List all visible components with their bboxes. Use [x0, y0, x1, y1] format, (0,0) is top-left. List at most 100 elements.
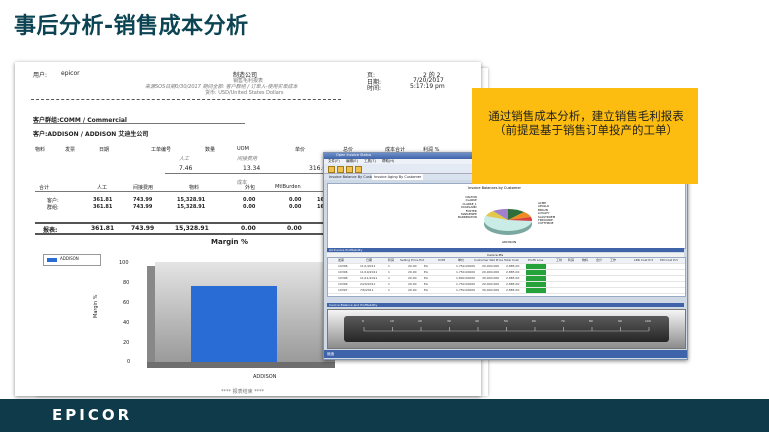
invoice-grid[interactable]: 发票 日期 利润 Selling Price Ext UOM 单价 Custom…: [327, 257, 686, 297]
grid-cell: 20.00: [408, 288, 417, 292]
grid-cell: 20,000.000: [482, 282, 500, 286]
gauge-panel-label: Invoice Balance and Profitability: [329, 302, 378, 307]
col-part: 物料: [35, 147, 46, 153]
grid-cell: 20.00: [408, 282, 417, 286]
gauge-tick-50: 50: [504, 319, 508, 323]
report-total-mtlburden: 0.00: [287, 225, 302, 232]
time-label: 时间:: [367, 85, 382, 92]
grid-header-cell[interactable]: 合计: [596, 258, 602, 262]
grid-cell: 20.00: [408, 264, 417, 268]
linear-gauge: 0 10 20 30 40 50 60 70 80 90 100: [327, 309, 686, 349]
sum-head-total: 合计: [39, 185, 50, 191]
grid-cell: EA: [424, 288, 428, 292]
grid-cell: 2,885.00: [506, 288, 520, 292]
profit-cell: [526, 288, 546, 293]
grid-cell: 10396: [338, 282, 348, 286]
header-divider: [31, 99, 341, 100]
report-end: **** 报表结束 ****: [221, 389, 265, 395]
grid-cell: 1: [388, 270, 390, 274]
grid-header-cell[interactable]: Mtl Cost Pct: [660, 258, 678, 262]
grid-cell: 10396: [338, 264, 348, 268]
sum-head-burden: 间接费用: [133, 185, 154, 191]
customer-heading: 客户:ADDISON / ADDISON 艾迪生公司: [33, 131, 149, 138]
refresh-icon[interactable]: [328, 166, 335, 173]
y-tick-20: 20: [123, 340, 130, 346]
grid-header-cell[interactable]: 单价: [458, 258, 464, 262]
gauge-tick-10: 10: [390, 319, 394, 323]
grid-header-cell[interactable]: 工时: [556, 258, 562, 262]
bar-addison: [191, 286, 277, 362]
margin-bar-chart: [133, 262, 343, 372]
grid-cell: 10396: [338, 270, 348, 274]
pie-labels-left: DALTON CLARKE CLARKE_1 DOLELAND FOSTER M…: [458, 195, 477, 220]
gauge-tick-80: 80: [589, 319, 593, 323]
grid-cell: 20,000.000: [482, 264, 500, 268]
grid-cell: 2/20/2011: [360, 282, 376, 286]
grid-header-cell[interactable]: Selling Price Ext: [400, 258, 424, 262]
grid-header-cell[interactable]: 利润: [388, 258, 394, 262]
gauge-panel-title: Invoice Balance and Profitability: [327, 303, 684, 307]
grid-header-cell[interactable]: Profit Loss: [528, 258, 543, 262]
grid-header-cell[interactable]: 利润: [568, 258, 574, 262]
epicor-logo: EPICOR: [52, 406, 133, 424]
x-tick-addison: ADDISON: [253, 374, 277, 380]
grid-cell: 1,750.00000: [456, 270, 476, 274]
profit-cell: [526, 264, 546, 269]
sub-header-burden: 间接费用: [237, 156, 258, 162]
gauge-tick-90: 90: [618, 319, 622, 323]
grid-header-cell[interactable]: 工作: [610, 258, 616, 262]
sum-head-material: 物料: [189, 185, 200, 191]
grid-cell: 1: [388, 288, 390, 292]
summary-group-mtlburden: 0.00: [289, 204, 302, 210]
grid-cell: 10396: [338, 276, 348, 280]
y-tick-60: 60: [123, 300, 130, 306]
summary-group-sub: 0.00: [243, 204, 256, 210]
grid-cell: 1,750.00000: [456, 264, 476, 268]
grid-cell: 1: [388, 282, 390, 286]
print-icon[interactable]: [346, 166, 353, 173]
grid-header-cell[interactable]: Total Cost: [504, 258, 519, 262]
report-currency: 货币: USD/United States Dollars: [205, 90, 284, 96]
grid-cell: 10397: [338, 288, 348, 292]
grid-cell: EA: [424, 276, 428, 280]
grid-cell: 11/1/2011: [360, 264, 376, 268]
summary-customer-mtlburden: 0.00: [289, 197, 302, 203]
grid-panel-title: All Invoice Profitability: [327, 248, 684, 252]
summary-group-material: 15,328.91: [177, 204, 206, 210]
grid-cell: 7/6/2011: [360, 288, 374, 292]
sum-head-labor: 人工: [97, 185, 108, 191]
pie-chart: [484, 208, 533, 235]
tab-invoice-aging[interactable]: Invoice Aging By Customer: [372, 174, 424, 180]
gauge-tick-40: 40: [475, 319, 479, 323]
footer-bar: EPICOR: [0, 399, 769, 432]
summary-customer-material: 15,328.91: [177, 197, 206, 203]
grid-header-cell[interactable]: UOM: [438, 258, 445, 262]
chart-y-label: Margin %: [93, 294, 99, 318]
detail-burden: 13.34: [243, 165, 261, 172]
gauge-tick-100: 100: [645, 319, 651, 323]
grid-header-cell[interactable]: 物料: [582, 258, 588, 262]
report-total-burden: 743.99: [131, 225, 155, 232]
grid-cell: 1,750.00000: [456, 282, 476, 286]
grid-header-cell[interactable]: LBR Cost Pct: [634, 258, 653, 262]
settings-icon[interactable]: [355, 166, 362, 173]
save-icon[interactable]: [337, 166, 344, 173]
time-value: 5:17:19 pm: [410, 83, 445, 90]
grid-header-cell[interactable]: 日期: [366, 258, 372, 262]
slide-title: 事后分析-销售成本分析: [14, 14, 249, 39]
group-underline: [33, 123, 245, 124]
grid-header-cell[interactable]: Customer Net Price: [474, 258, 503, 262]
y-tick-100: 100: [119, 260, 129, 266]
status-text: 就绪: [327, 352, 334, 356]
table-row[interactable]: 10397 7/6/2011 1 20.00 EA 1,750.00000 30…: [328, 288, 685, 294]
grid-header-cell[interactable]: 发票: [338, 258, 344, 262]
gauge-tick-60: 60: [532, 319, 536, 323]
grid-cell: 1,800.00000: [456, 276, 476, 280]
grid-cell: 1: [388, 276, 390, 280]
detail-labor: 7.46: [179, 165, 193, 172]
legend-swatch: [47, 258, 57, 262]
callout-text: 通过销售成本分析，建立销售毛利报表（前提是基于销售订单投产的工单）: [488, 109, 684, 137]
profit-cell: [526, 276, 546, 281]
summary-customer-label: 客户:: [47, 198, 59, 204]
gauge-tick-70: 70: [561, 319, 565, 323]
